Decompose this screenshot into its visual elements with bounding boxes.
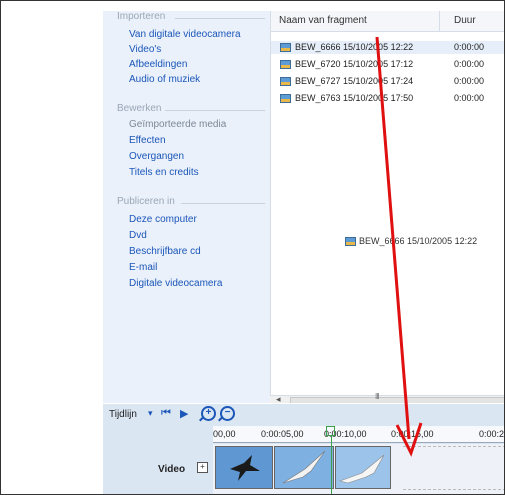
clip-duration: 0:00:00 [454,59,485,69]
clips-pane: Naam van fragment Duur BEW_6666 15/10/20… [270,11,504,395]
task-publish-dvd[interactable]: Dvd [129,230,147,241]
scroll-left-icon[interactable]: ◂ [276,394,281,403]
clip-duration: 0:00:00 [454,93,485,103]
scrollbar-grip: III [375,392,380,401]
task-import-audio[interactable]: Audio of muziek [129,74,200,85]
task-imported-media[interactable]: Geïmporteerde media [129,119,226,130]
scrollbar-thumb[interactable] [290,397,504,403]
section-divider [165,110,265,111]
task-transitions[interactable]: Overgangen [129,151,184,162]
timeline-clip[interactable] [215,446,273,489]
clip-row[interactable]: BEW_6720 15/10/2005 17:12 0:00:00 [271,58,504,71]
video-clip-icon [345,237,356,246]
main-content: Importeren Van digitale videocamera Vide… [103,11,504,403]
task-publish-email[interactable]: E-mail [129,262,157,273]
zoom-in-icon[interactable]: + [201,406,216,421]
task-import-videos[interactable]: Video's [129,44,161,55]
timeline-view-label[interactable]: Tijdlijn [109,409,137,420]
timeline-toolbar: Tijdlijn ▾ ⏮ ▶ + − [103,404,504,428]
task-publish-computer[interactable]: Deze computer [129,214,197,225]
video-clip-icon [280,43,291,52]
timeline-clip[interactable] [335,446,391,489]
clip-duration: 0:00:00 [454,76,485,86]
task-titles-credits[interactable]: Titels en credits [129,167,199,178]
clip-name: BEW_6763 15/10/2005 17:50 [295,93,414,103]
section-heading-publish: Publiceren in [117,196,175,207]
task-publish-camera[interactable]: Digitale videocamera [129,278,222,289]
clip-name: BEW_6727 15/10/2005 17:24 [295,76,414,86]
ruler-tick: 0:00:15,00 [391,429,434,439]
ruler-tick: 0:00:05,00 [261,429,304,439]
dragged-clip-name: BEW_6666 15/10/2005 12:22 [359,236,478,246]
column-header-duration[interactable]: Duur [440,11,504,32]
clip-duration: 0:00:00 [454,42,485,52]
zoom-out-icon[interactable]: − [220,406,235,421]
clip-name: BEW_6666 15/10/2005 12:22 [295,42,414,52]
task-publish-cd[interactable]: Beschrijfbare cd [129,246,201,257]
section-divider [175,18,265,19]
column-header-name[interactable]: Naam van fragment [271,11,440,32]
playhead-line [331,436,332,494]
ruler-tick: 00,00 [213,429,236,439]
timeline-ruler[interactable]: 00,00 0:00:05,00 0:00:10,00 0:00:15,00 0… [213,426,505,443]
video-clip-icon [280,77,291,86]
clip-row[interactable]: BEW_6666 15/10/2005 12:22 0:00:00 [271,41,504,54]
expand-track-icon[interactable]: + [197,462,208,473]
task-import-from-camera[interactable]: Van digitale videocamera [129,29,241,40]
timeline-clip[interactable] [274,446,334,489]
play-icon[interactable]: ▶ [180,407,188,420]
timeline-panel: Tijdlijn ▾ ⏮ ▶ + − 00,00 0:00:05,00 0:00… [103,404,505,494]
playhead[interactable] [326,426,335,436]
horizontal-scrollbar[interactable]: ◂ III [270,392,504,403]
track-label-video: Video [158,464,186,475]
clip-row[interactable]: BEW_6763 15/10/2005 17:50 0:00:00 [271,92,504,105]
section-heading-edit: Bewerken [117,103,162,114]
section-divider [181,203,265,204]
video-clip-icon [280,60,291,69]
video-track[interactable] [213,444,504,494]
chevron-down-icon[interactable]: ▾ [148,408,153,419]
video-clip-icon [280,94,291,103]
section-heading-import: Importeren [117,11,166,22]
rewind-icon[interactable]: ⏮ [161,407,171,420]
empty-track-slot [403,446,504,490]
ruler-tick: 0:00:20 [479,429,505,439]
tasks-pane: Importeren Van digitale videocamera Vide… [103,11,268,403]
clip-name: BEW_6720 15/10/2005 17:12 [295,59,414,69]
task-effects[interactable]: Effecten [129,135,166,146]
clip-row[interactable]: BEW_6727 15/10/2005 17:24 0:00:00 [271,75,504,88]
app-window: Importeren Van digitale videocamera Vide… [0,0,505,495]
task-import-pictures[interactable]: Afbeeldingen [129,59,187,70]
